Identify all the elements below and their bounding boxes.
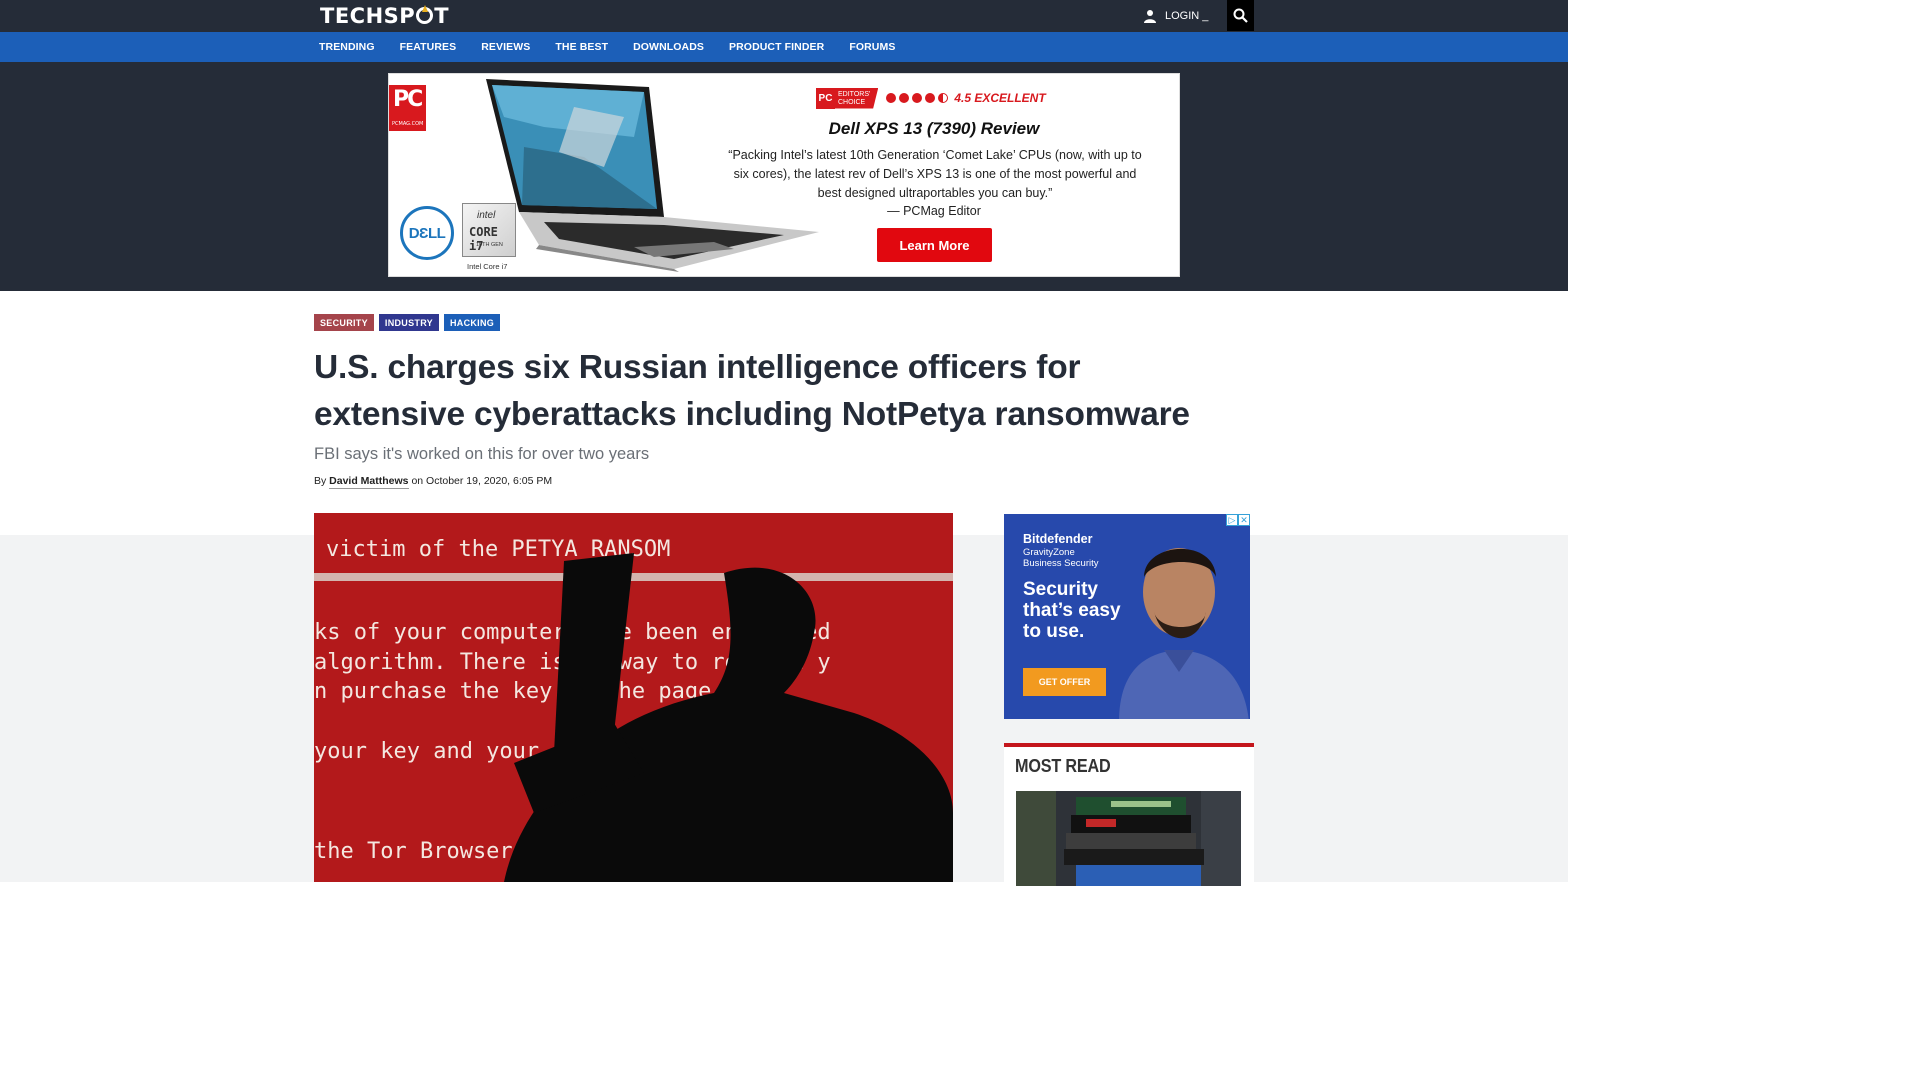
rating-half-dot-icon — [938, 93, 949, 103]
ec-line-2: CHOICE — [838, 98, 866, 106]
author-link[interactable]: David Matthews — [329, 475, 409, 489]
intel-core-i7-badge: intel CORE i7 10TH GEN — [462, 203, 516, 257]
rating-dot-icon — [886, 93, 897, 103]
nav-forums[interactable]: FORUMS — [849, 41, 895, 53]
dell-logo: DƐLL — [400, 206, 454, 260]
nav-product-finder[interactable]: PRODUCT FINDER — [729, 41, 824, 53]
ransom-line-4: n purchase the key on the page — [314, 679, 711, 704]
bitdefender-brand: Bitdefender — [1023, 532, 1093, 546]
nav-trending[interactable]: TRENDING — [319, 41, 375, 53]
main-nav: TRENDING FEATURES REVIEWS THE BEST DOWNL… — [0, 32, 1568, 62]
search-icon — [1233, 8, 1248, 23]
learn-more-button[interactable]: Learn More — [877, 228, 992, 262]
user-icon — [1144, 10, 1156, 23]
pcmag-url: PCMAG.COM — [392, 121, 424, 127]
rating-dot-icon — [899, 93, 910, 103]
editors-choice-label: EDITORS' CHOICE — [835, 87, 879, 109]
login-label: LOGIN _ — [1165, 10, 1209, 22]
most-read-widget: MOST READ — [1004, 743, 1254, 886]
nav-downloads[interactable]: DOWNLOADS — [633, 41, 704, 53]
petya-ransom-screen-image: victim of the PETYA RANSOM ks of your co… — [314, 513, 953, 882]
login-link[interactable]: LOGIN _ — [1143, 0, 1208, 32]
top-bar: TECHSP T LOGIN _ — [0, 0, 1568, 32]
rating-text: 4.5 EXCELLENT — [954, 91, 1046, 105]
dell-banner-ad[interactable]: PC PCMAG.COM DƐLL intel CORE i7 10TH GEN… — [388, 73, 1180, 277]
editors-choice-badge: PC EDITORS' CHOICE 4.5 EXCELLENT — [816, 87, 1046, 109]
ad-quote: “Packing Intel’s latest 10th Generation … — [728, 148, 1142, 200]
bd-line-2: Business Security — [1023, 558, 1099, 569]
pcmag-logo-text: PC — [393, 87, 423, 112]
ec-line-1: EDITORS' — [838, 90, 871, 98]
rating-dot-icon — [925, 93, 936, 103]
bd-line-1: GravityZone — [1023, 547, 1075, 558]
techspot-logo[interactable]: TECHSP T — [320, 4, 449, 28]
ad-title: Dell XPS 13 (7390) Review — [828, 119, 1040, 138]
tag-hacking[interactable]: HACKING — [443, 314, 501, 331]
article-tags: SECURITY INDUSTRY HACKING — [314, 314, 505, 331]
ad-attribution: — PCMag Editor — [887, 204, 981, 218]
nav-reviews[interactable]: REVIEWS — [481, 41, 530, 53]
tag-industry[interactable]: INDUSTRY — [378, 314, 439, 331]
tag-security[interactable]: SECURITY — [314, 314, 374, 331]
intel-caption: Intel Core i7 — [467, 262, 508, 271]
intel-brand: intel — [477, 210, 496, 221]
nav-features[interactable]: FEATURES — [400, 41, 457, 53]
bitdefender-ad[interactable]: ▷ ✕ Bitdefender GravityZone Business Sec… — [1004, 514, 1250, 719]
ssd-stack-image — [1016, 791, 1241, 886]
most-read-title: MOST READ — [1015, 756, 1111, 776]
rating-dots — [886, 93, 951, 103]
logo-o-icon — [416, 5, 434, 24]
nav-the-best[interactable]: THE BEST — [555, 41, 608, 53]
article-hero-image: victim of the PETYA RANSOM ks of your co… — [314, 513, 953, 882]
person-photo — [1119, 548, 1249, 719]
byline-prefix: By — [314, 475, 330, 487]
most-read-thumbnail[interactable] — [1016, 791, 1241, 886]
article-byline: By David Matthews on October 19, 2020, 6… — [314, 475, 553, 489]
get-offer-button[interactable]: GET OFFER — [1023, 668, 1106, 696]
search-button[interactable] — [1227, 0, 1254, 31]
article-headline: U.S. charges six Russian intelligence of… — [314, 349, 1190, 433]
article-subheadline: FBI says it's worked on this for over tw… — [314, 445, 650, 463]
pcmag-logo: PC PCMAG.COM — [389, 85, 426, 131]
ec-pc-logo: PC — [816, 87, 835, 109]
byline-date: on October 19, 2020, 6:05 PM — [408, 475, 553, 487]
rating-dot-icon — [912, 93, 923, 103]
intel-gen: 10TH GEN — [476, 242, 503, 248]
intel-model: CORE i7 — [469, 225, 498, 253]
